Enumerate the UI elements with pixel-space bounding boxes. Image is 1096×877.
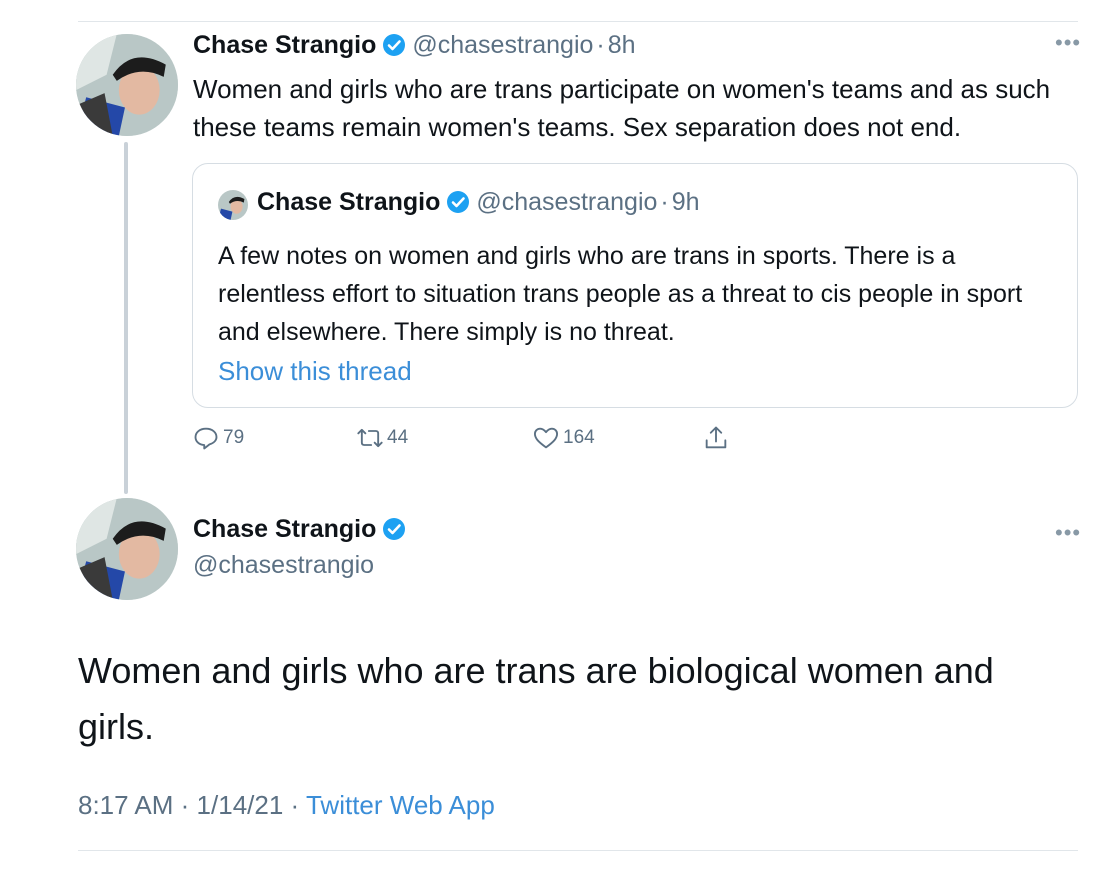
source-app-link[interactable]: Twitter Web App xyxy=(306,790,495,820)
avatar-photo-icon xyxy=(76,34,178,136)
main-tweet-text: Women and girls who are trans are biolog… xyxy=(78,650,994,747)
quoted-tweet-text: A few notes on women and girls who are t… xyxy=(218,242,1023,346)
like-button[interactable]: 164 xyxy=(532,424,595,452)
author-handle[interactable]: @chasestrangio xyxy=(412,31,593,59)
verified-badge-icon xyxy=(447,191,470,213)
separator-dot: · xyxy=(660,188,669,216)
separator-dot: · xyxy=(290,790,300,820)
avatar[interactable] xyxy=(76,498,178,600)
tweet-date[interactable]: 1/14/21 xyxy=(197,790,284,820)
author-name[interactable]: Chase Strangio xyxy=(193,515,376,543)
reply-icon xyxy=(194,427,218,450)
quoted-tweet-time[interactable]: 9h xyxy=(672,188,700,216)
retweet-button[interactable]: 44 xyxy=(356,424,408,452)
quoted-avatar[interactable] xyxy=(218,190,248,220)
quoted-tweet-card[interactable]: Chase Strangio @chasestrangio · 9h A few no… xyxy=(192,163,1078,408)
top-divider xyxy=(78,21,1078,22)
retweet-icon xyxy=(357,428,383,448)
tweet-text: Women and girls who are trans participat… xyxy=(193,74,1051,142)
author-handle[interactable]: @chasestrangio xyxy=(193,551,374,580)
reply-header: Chase Strangio @chasestrangio · 8h xyxy=(193,31,636,60)
thread-connector xyxy=(124,142,128,494)
quoted-header: Chase Strangio @chasestrangio · 9h xyxy=(257,188,700,217)
share-button[interactable] xyxy=(702,424,733,452)
avatar-photo-icon xyxy=(76,498,178,600)
like-icon xyxy=(533,427,559,449)
bottom-divider xyxy=(78,850,1078,851)
tweet-action-bar: 79 44 164 xyxy=(192,424,752,458)
share-icon xyxy=(705,426,727,449)
main-tweet-header: Chase Strangio xyxy=(193,515,412,544)
author-name[interactable]: Chase Strangio xyxy=(193,31,376,59)
separator-dot: · xyxy=(180,790,190,820)
reply-button[interactable]: 79 xyxy=(192,424,244,452)
show-thread-link[interactable]: Show this thread xyxy=(218,356,412,387)
verified-badge-icon xyxy=(383,518,406,540)
separator-dot: · xyxy=(596,31,605,59)
more-options-icon[interactable]: ••• xyxy=(1055,32,1081,54)
tweet-timestamp[interactable]: 8:17 AM xyxy=(78,790,173,820)
tweet-metadata: 8:17 AM · 1/14/21 · Twitter Web App xyxy=(78,790,495,821)
like-count: 164 xyxy=(563,427,595,448)
reply-count: 79 xyxy=(223,427,245,448)
tweet-time[interactable]: 8h xyxy=(608,31,636,59)
quoted-author-name[interactable]: Chase Strangio xyxy=(257,188,440,216)
quoted-author-handle[interactable]: @chasestrangio xyxy=(476,188,657,216)
avatar[interactable] xyxy=(76,34,178,136)
verified-badge-icon xyxy=(383,34,406,56)
retweet-count: 44 xyxy=(387,427,409,448)
more-options-icon[interactable]: ••• xyxy=(1055,522,1081,544)
avatar-photo-icon xyxy=(218,190,248,220)
